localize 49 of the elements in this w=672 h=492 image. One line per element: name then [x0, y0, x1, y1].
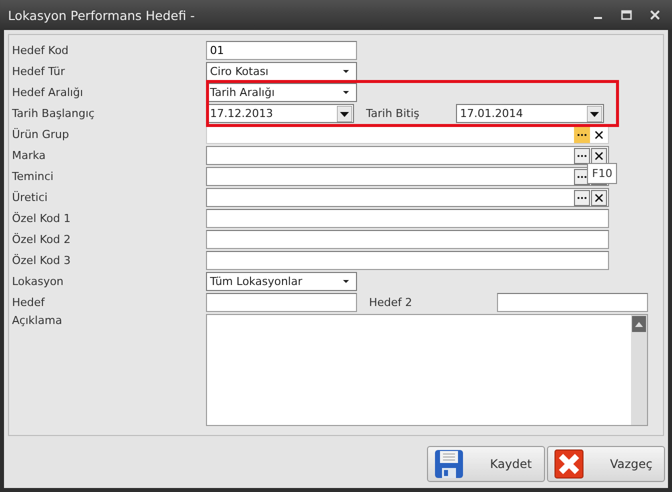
scrollbar[interactable]	[631, 315, 647, 425]
input-field[interactable]: 01	[206, 41, 357, 60]
clear-button[interactable]	[591, 190, 607, 206]
dropdown-button[interactable]	[337, 106, 352, 122]
ellipsis-button[interactable]	[574, 190, 590, 206]
input-field[interactable]	[206, 251, 609, 270]
field-label: Ürün Grup	[11, 128, 70, 141]
cancel-cross-icon[interactable]	[554, 449, 584, 479]
maximize-icon[interactable]	[621, 10, 632, 20]
tooltip: F10	[587, 163, 618, 184]
close-icon[interactable]	[650, 10, 660, 20]
field-label: Tarih Başlangıç	[11, 107, 96, 120]
lookup-field[interactable]	[206, 188, 609, 207]
field-label: Marka	[11, 149, 47, 162]
field-label: Hedef	[11, 296, 46, 309]
input-field[interactable]	[206, 293, 357, 312]
caret-icon[interactable]	[342, 90, 350, 95]
lookup-field[interactable]	[206, 146, 609, 165]
field-label: Hedef Aralığı	[11, 86, 84, 99]
dropdown-button[interactable]	[587, 106, 602, 122]
dropdown[interactable]: Tüm Lokasyonlar	[206, 272, 357, 291]
cancel-button[interactable]: Vazgeç	[547, 446, 665, 482]
field-label: Tarih Bitiş	[365, 107, 420, 120]
field-label: Hedef Tür	[11, 65, 66, 78]
scroll-up-button[interactable]	[632, 316, 646, 332]
ellipsis-button[interactable]	[574, 126, 590, 142]
dropdown[interactable]: Ciro Kotası	[206, 62, 357, 81]
field-label: Lokasyon	[11, 275, 65, 288]
field-label: Teminci	[11, 170, 54, 183]
clear-button[interactable]	[591, 148, 607, 164]
caret-icon[interactable]	[342, 279, 350, 284]
dropdown[interactable]: Tarih Aralığı	[206, 83, 357, 102]
field-label: Hedef Kod	[11, 44, 70, 57]
field-label: Hedef 2	[368, 296, 414, 309]
ellipsis-button[interactable]	[574, 148, 590, 164]
input-field[interactable]	[206, 230, 609, 249]
field-label: Özel Kod 1	[11, 212, 72, 225]
save-button[interactable]: Kaydet	[427, 446, 545, 482]
date-field[interactable]: 17.01.2014	[456, 104, 604, 123]
field-label: Üretici	[11, 191, 49, 204]
field-label: Özel Kod 2	[11, 233, 72, 246]
input-field[interactable]	[497, 293, 648, 312]
date-field[interactable]: 17.12.2013	[206, 104, 354, 123]
text-area[interactable]	[206, 314, 648, 426]
field-label: Açıklama	[11, 314, 64, 327]
caret-icon[interactable]	[342, 69, 350, 74]
field-label: Özel Kod 3	[11, 254, 72, 267]
input-field[interactable]	[206, 209, 609, 228]
window-title: Lokasyon Performans Hedefi -	[8, 8, 195, 22]
